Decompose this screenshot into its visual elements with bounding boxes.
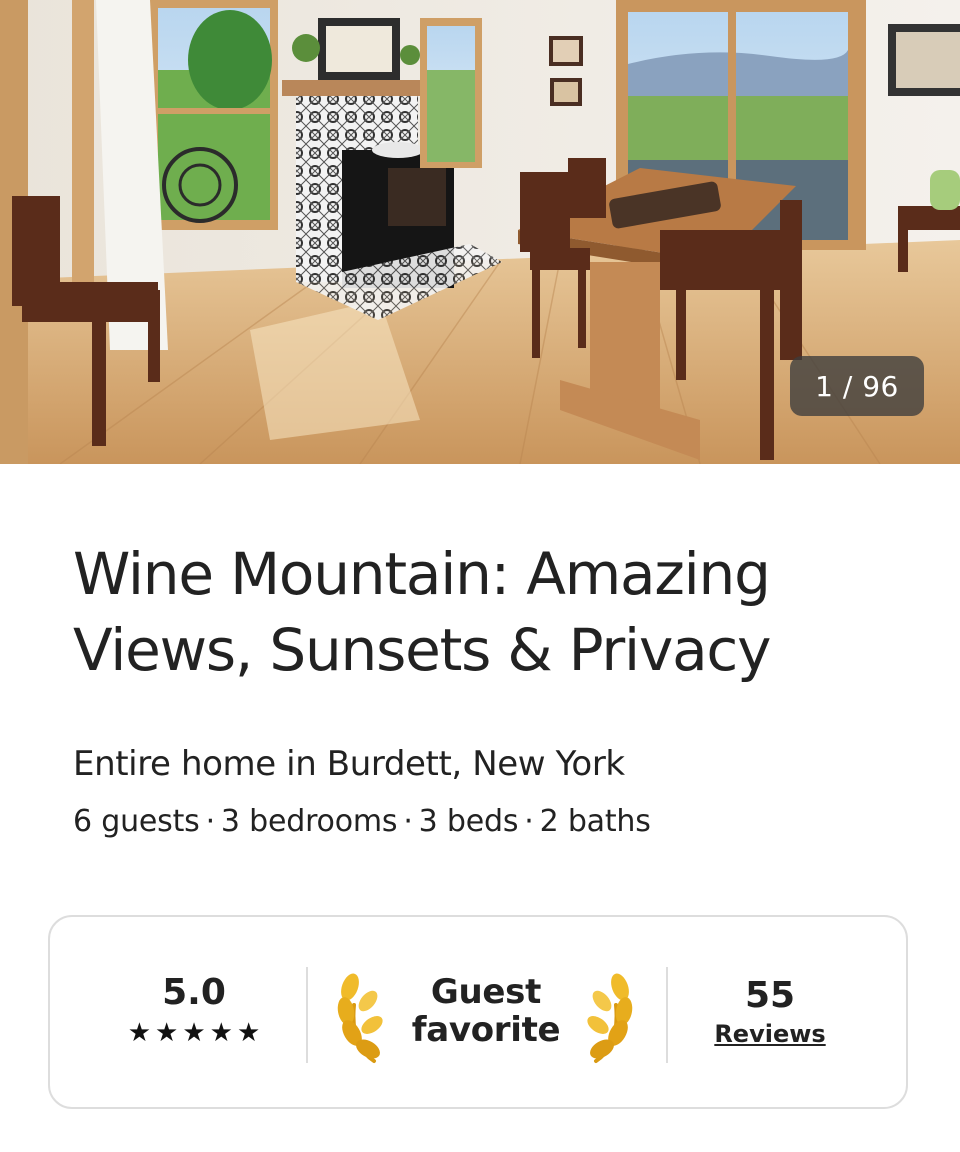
- star-icon: ★: [209, 1018, 233, 1048]
- listing-details: 6 guests · 3 bedrooms · 3 beds · 2 baths: [73, 800, 651, 844]
- listing-subtitle: Entire home in Burdett, New York: [73, 744, 625, 784]
- badge-line-1: Guest: [430, 972, 542, 1012]
- divider: [306, 967, 308, 1063]
- listing-title: Wine Mountain: Amazing Views, Sunsets & …: [73, 540, 771, 684]
- photo-counter: 1 / 96: [790, 356, 924, 416]
- guest-favorite-badge: Guest favorite: [396, 973, 576, 1049]
- listing-photo[interactable]: 1 / 96: [0, 0, 960, 464]
- details-separator: ·: [524, 804, 534, 839]
- reviews-count: 55: [744, 975, 796, 1016]
- star-icon: ★: [182, 1018, 206, 1048]
- rating-value: 5.0: [162, 972, 226, 1013]
- star-icon: ★: [127, 1018, 152, 1048]
- laurel-left-icon: [337, 973, 383, 1063]
- laurel-right-icon: [587, 973, 633, 1063]
- guest-favorite-card[interactable]: 5.0 ★ ★ ★ ★ ★ Guest favorite 55 Reviews: [48, 915, 908, 1109]
- reviews-link[interactable]: Reviews: [714, 1019, 825, 1049]
- reviews-block: 55 Reviews: [690, 975, 850, 1049]
- bedrooms-count: 3 bedrooms: [220, 804, 398, 839]
- details-separator: ·: [205, 804, 216, 839]
- baths-count: 2 baths: [539, 804, 651, 839]
- star-icon: ★: [155, 1018, 179, 1048]
- beds-count: 3 beds: [418, 804, 519, 839]
- badge-line-2: favorite: [411, 1010, 561, 1050]
- star-rating: ★ ★ ★ ★ ★: [112, 1019, 276, 1047]
- rating-block: 5.0 ★ ★ ★ ★ ★: [112, 971, 276, 1047]
- details-separator: ·: [403, 804, 413, 839]
- guests-count: 6 guests: [73, 804, 200, 839]
- divider: [666, 967, 668, 1063]
- star-icon: ★: [236, 1018, 261, 1048]
